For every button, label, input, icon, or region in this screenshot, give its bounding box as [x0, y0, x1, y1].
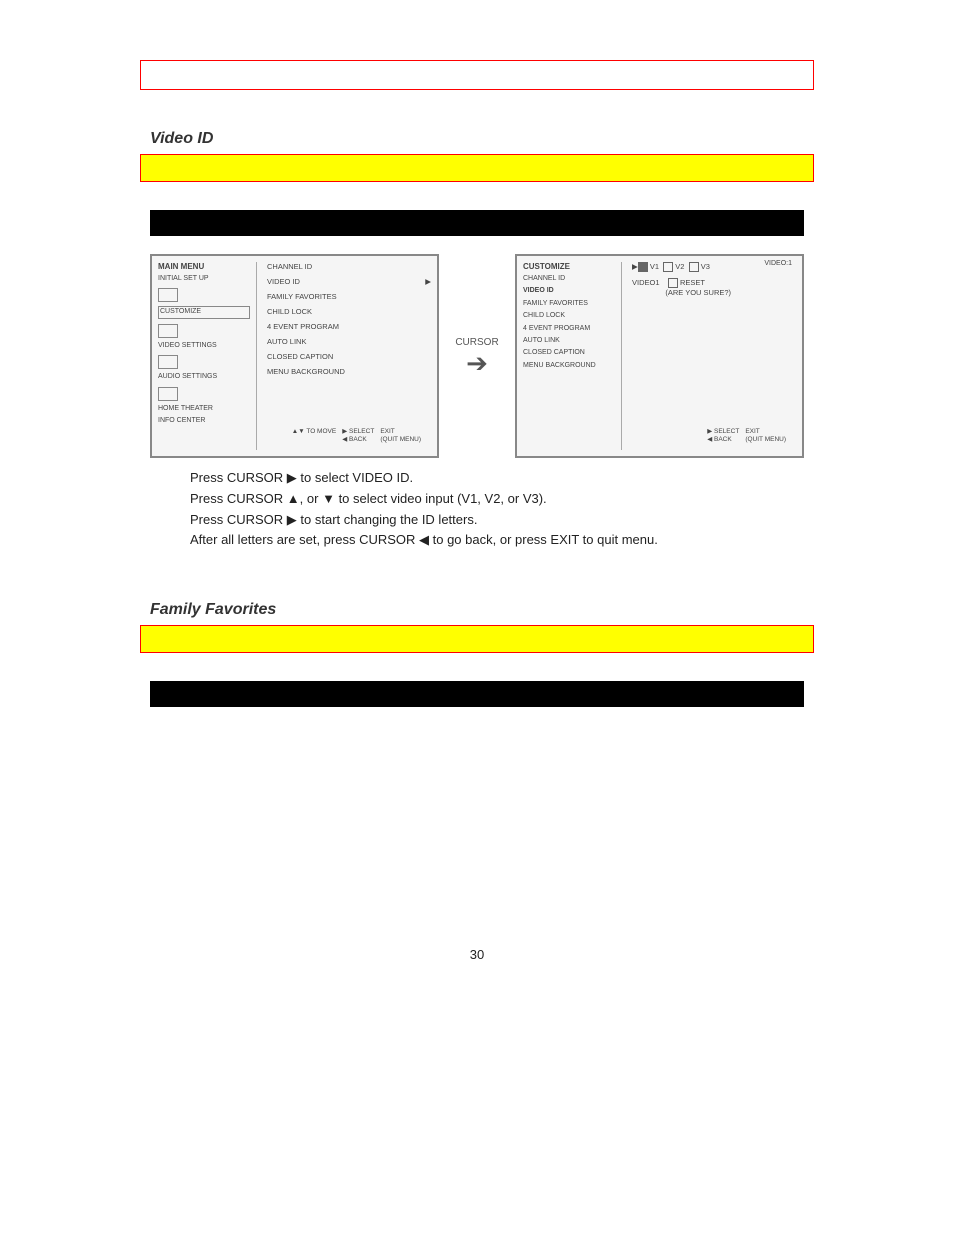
menu-item: HOME THEATER: [158, 405, 250, 413]
triangle-left-icon: ◀: [419, 532, 429, 547]
menu-item: INITIAL SET UP: [158, 275, 250, 283]
black-heading-bar-1: [150, 210, 804, 236]
triangle-right-icon: ▶: [287, 470, 297, 485]
submenu-item: CHILD LOCK: [523, 312, 615, 320]
submenu-item: CHILD LOCK: [267, 307, 431, 316]
instruction-line: Press CURSOR ▲, or ▼ to select video inp…: [190, 489, 784, 510]
triangle-up-icon: ▲: [287, 491, 300, 506]
page-number: 30: [70, 947, 884, 962]
gear-icon: [158, 324, 178, 338]
menu-item-selected: CUSTOMIZE: [158, 306, 250, 318]
submenu-item: 4 EVENT PROGRAM: [523, 325, 615, 333]
video-reset-row: VIDEO1 RESET (ARE YOU SURE?): [632, 278, 796, 297]
section-title-family-favorites: Family Favorites: [150, 601, 884, 619]
video-select-row: ▶ V1 V2 V3: [632, 262, 796, 272]
yellow-highlight-bar-2: [140, 625, 814, 653]
panel-footer: ▶ SELECT◀ BACK EXIT(QUIT MENU): [707, 428, 786, 444]
main-menu-header: MAIN MENU: [158, 262, 250, 271]
tv-icon: [158, 288, 178, 302]
diagram-row: MAIN MENU INITIAL SET UP CUSTOMIZE VIDEO…: [150, 254, 804, 458]
submenu-item: MENU BACKGROUND: [267, 367, 431, 376]
black-heading-bar-2: [150, 681, 804, 707]
submenu-item: VIDEO ID: [523, 287, 615, 295]
cursor-arrow-graphic: CURSOR ➔: [447, 337, 507, 376]
menu-item: AUDIO SETTINGS: [158, 373, 250, 381]
instruction-line: After all letters are set, press CURSOR …: [190, 530, 784, 551]
submenu-item: CLOSED CAPTION: [267, 352, 431, 361]
instruction-line: Press CURSOR ▶ to start changing the ID …: [190, 510, 784, 531]
submenu-item: 4 EVENT PROGRAM: [267, 322, 431, 331]
note-icon: [158, 387, 178, 401]
triangle-down-icon: ▼: [322, 491, 335, 506]
picture-icon: [158, 355, 178, 369]
submenu-item: FAMILY FAVORITES: [267, 292, 431, 301]
customize-header: CUSTOMIZE: [523, 262, 615, 271]
submenu-item: FAMILY FAVORITES: [523, 300, 615, 308]
arrow-right-icon: ➔: [466, 350, 488, 376]
main-menu-panel: MAIN MENU INITIAL SET UP CUSTOMIZE VIDEO…: [150, 254, 439, 458]
submenu-item: VIDEO ID ▶: [267, 277, 431, 286]
submenu-item: CLOSED CAPTION: [523, 349, 615, 357]
instruction-block: Press CURSOR ▶ to select VIDEO ID. Press…: [190, 468, 784, 551]
submenu-item: AUTO LINK: [267, 337, 431, 346]
submenu-item: MENU BACKGROUND: [523, 362, 615, 370]
instruction-line: Press CURSOR ▶ to select VIDEO ID.: [190, 468, 784, 489]
triangle-right-icon: ▶: [287, 512, 297, 527]
submenu-item: CHANNEL ID: [523, 275, 615, 283]
red-outline-box: [140, 60, 814, 90]
section-title-video-id: Video ID: [150, 130, 884, 148]
yellow-highlight-bar-1: [140, 154, 814, 182]
panel-footer: ▲▼ TO MOVE ▶ SELECT◀ BACK EXIT(QUIT MENU…: [292, 428, 421, 444]
submenu-item: AUTO LINK: [523, 337, 615, 345]
menu-item: VIDEO SETTINGS: [158, 342, 250, 350]
menu-item: INFO CENTER: [158, 417, 250, 425]
cursor-label: CURSOR: [455, 337, 498, 348]
customize-panel: VIDEO:1 CUSTOMIZE CHANNEL ID VIDEO ID FA…: [515, 254, 804, 458]
submenu-item: CHANNEL ID: [267, 262, 431, 271]
